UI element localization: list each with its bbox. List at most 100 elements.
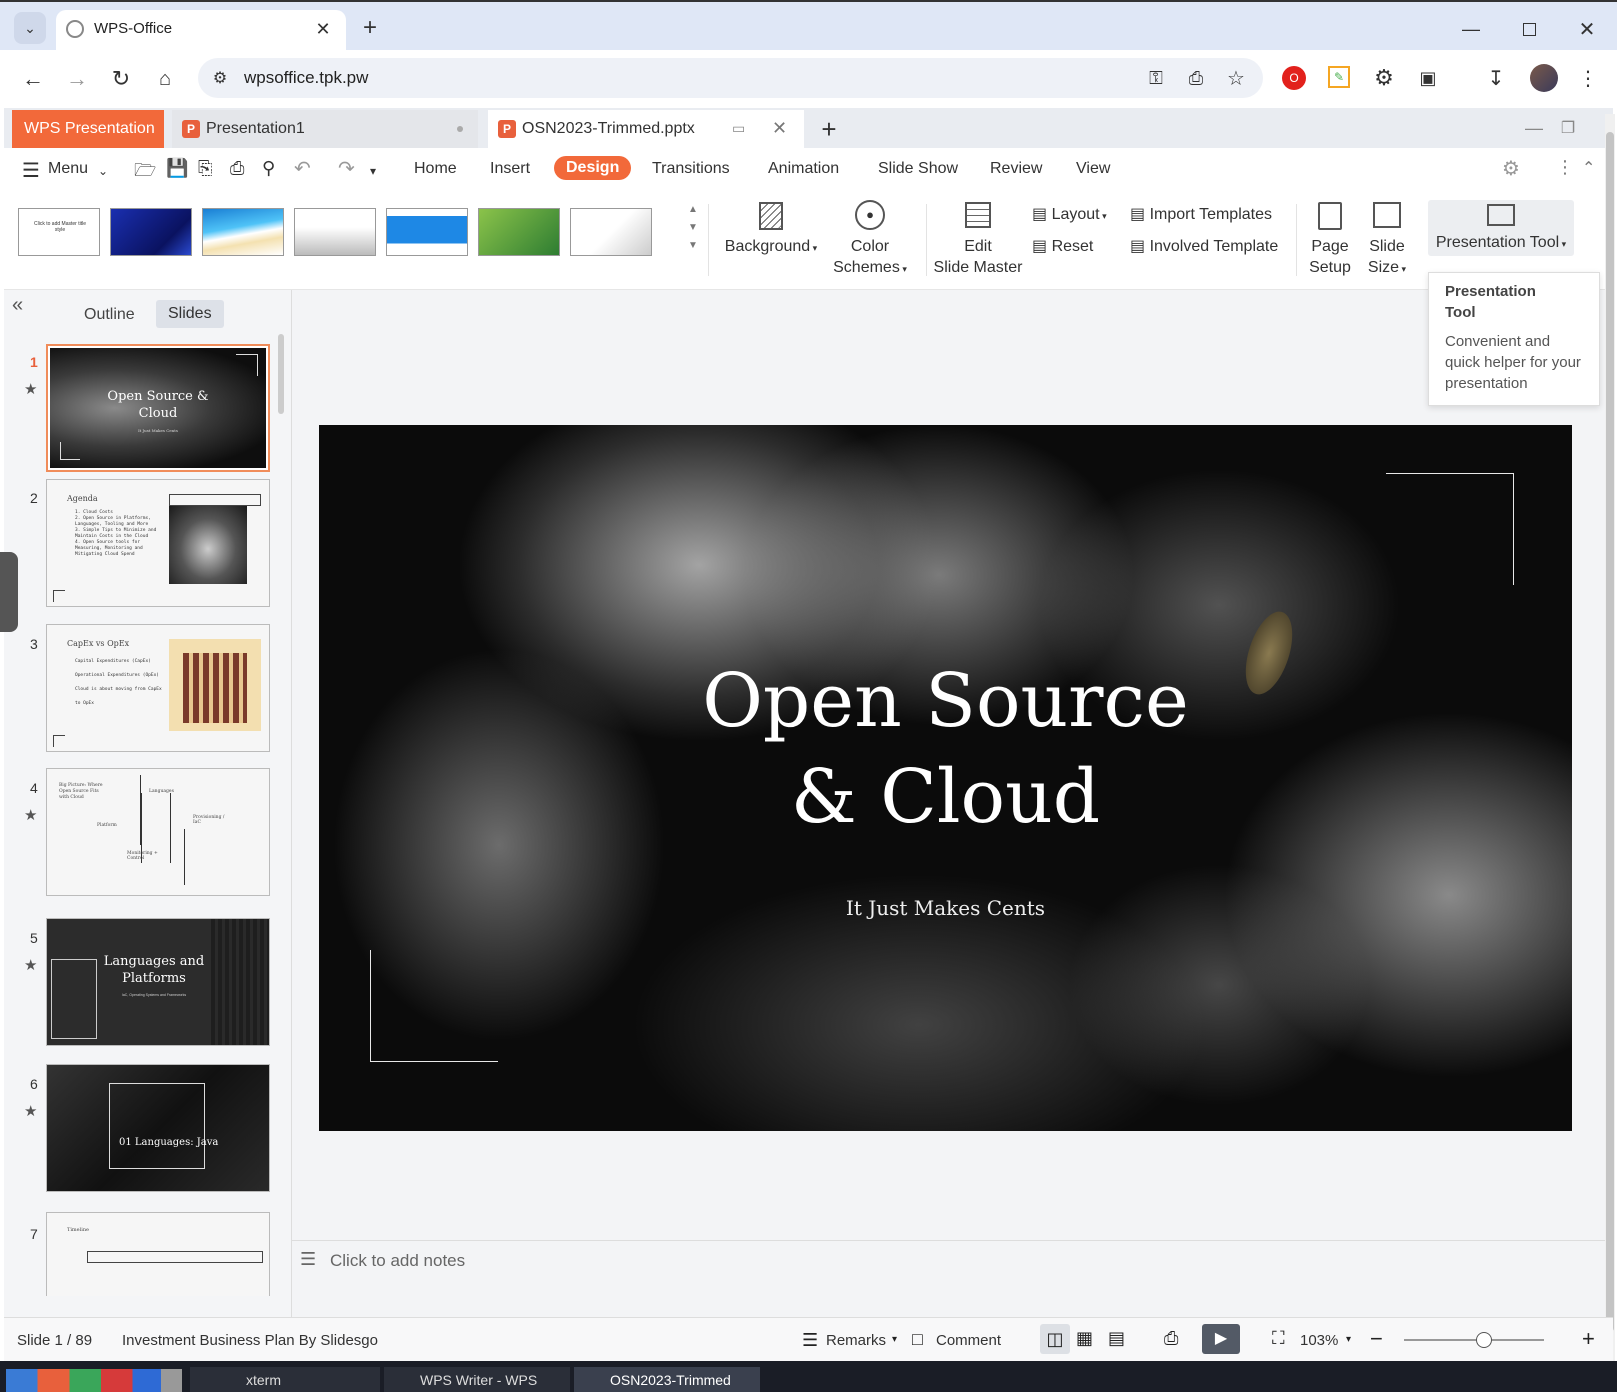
- open-folder-icon[interactable]: 🗁: [134, 158, 156, 188]
- extensions-puzzle-icon[interactable]: ▣: [1416, 66, 1440, 90]
- slide-thumb-3[interactable]: CapEx vs OpEx Capital Expenditures (CapE…: [46, 624, 270, 752]
- avatar[interactable]: [1530, 64, 1558, 92]
- reset-button[interactable]: ▤ Reset: [1032, 236, 1093, 257]
- zoom-slider-knob[interactable]: [1476, 1332, 1492, 1348]
- address-bar[interactable]: ⚙ wpsoffice.tpk.pw ⚿ ⎙ ☆: [198, 58, 1263, 98]
- site-info-icon[interactable]: ⚙: [206, 64, 234, 92]
- slide-sorter-icon[interactable]: ▦: [1076, 1328, 1093, 1349]
- scroll-up-icon[interactable]: ▲: [688, 204, 698, 215]
- browser-tab[interactable]: WPS-Office ✕: [56, 10, 346, 54]
- taskbar-item-osn2023[interactable]: OSN2023-Trimmed: [574, 1367, 760, 1392]
- redo-icon[interactable]: ↷: [338, 156, 355, 181]
- play-slideshow-button[interactable]: ▶: [1202, 1324, 1240, 1354]
- side-handle[interactable]: [0, 552, 18, 632]
- export-pdf-icon[interactable]: ⎘: [198, 158, 212, 179]
- close-window-icon[interactable]: ✕: [1572, 14, 1602, 44]
- expand-gallery-icon[interactable]: ▼: [688, 240, 698, 251]
- outline-tab[interactable]: Outline: [84, 306, 135, 324]
- panel-scrollbar[interactable]: [278, 334, 284, 414]
- chevron-down-icon[interactable]: ▾: [1346, 1334, 1351, 1345]
- settings-icon[interactable]: ⚙: [1502, 156, 1520, 181]
- current-slide[interactable]: Open Source & Cloud It Just Makes Cents: [319, 425, 1572, 1131]
- slide-thumb-2[interactable]: Agenda 1. Cloud Costs 2. Open Source in …: [46, 479, 270, 607]
- home-icon[interactable]: ⌂: [150, 64, 180, 94]
- chevron-down-icon[interactable]: ▾: [892, 1334, 897, 1345]
- maximize-window-icon[interactable]: [1514, 14, 1544, 44]
- bookmark-star-icon[interactable]: ☆: [1222, 64, 1250, 92]
- key-icon[interactable]: ⚿: [1142, 64, 1170, 92]
- taskbar-app-icons[interactable]: [6, 1369, 182, 1392]
- presentation-tool-button[interactable]: Presentation Tool ▾: [1428, 200, 1574, 256]
- taskbar-item-wps-writer[interactable]: WPS Writer - WPS: [384, 1367, 570, 1392]
- master-template-thumb[interactable]: Click to add Master title style: [18, 208, 100, 256]
- collapse-ribbon-icon[interactable]: ⌃: [1582, 158, 1595, 178]
- notes-area[interactable]: ☰ Click to add notes: [292, 1240, 1605, 1317]
- template-thumb-blueband[interactable]: [386, 208, 468, 256]
- normal-view-icon[interactable]: ◫: [1040, 1324, 1070, 1354]
- tab-view[interactable]: View: [1076, 160, 1110, 178]
- slides-tab[interactable]: Slides: [156, 300, 224, 328]
- tab-design[interactable]: Design: [554, 156, 632, 180]
- template-thumb-wave[interactable]: [202, 208, 284, 256]
- print-preview-icon[interactable]: ⚲: [262, 158, 275, 179]
- more-menu-icon[interactable]: ⋮: [1576, 64, 1600, 92]
- customize-toolbar-icon[interactable]: ▾: [370, 164, 376, 178]
- scroll-down-icon[interactable]: ▼: [688, 222, 698, 233]
- save-icon[interactable]: 💾: [166, 158, 188, 179]
- reload-icon[interactable]: ↻: [106, 64, 136, 94]
- more-options-icon[interactable]: ⋮: [1556, 157, 1574, 178]
- theme-name[interactable]: Investment Business Plan By Slidesgo: [122, 1332, 378, 1349]
- print-icon[interactable]: ⎙: [230, 158, 244, 179]
- colorful-extension-icon[interactable]: ✎: [1328, 66, 1350, 88]
- slide-thumb-5[interactable]: Languages and Platforms IaC, Operating S…: [46, 918, 270, 1046]
- presenter-tools-icon[interactable]: ⎙: [1164, 1328, 1178, 1349]
- minimize-window-icon[interactable]: —: [1456, 14, 1486, 44]
- zoom-slider[interactable]: [1404, 1332, 1544, 1348]
- slide-thumb-7[interactable]: Timeline: [46, 1212, 270, 1296]
- taskbar-item-xterm[interactable]: xterm: [190, 1367, 380, 1392]
- color-schemes-button[interactable]: ● Color Schemes ▾: [830, 200, 910, 280]
- gear-extension-icon[interactable]: ⚙: [1372, 65, 1396, 90]
- tab-review[interactable]: Review: [990, 160, 1042, 178]
- layout-button[interactable]: ▤ Layout ▾: [1032, 204, 1107, 227]
- new-tab-icon[interactable]: +: [356, 14, 384, 42]
- doc-tab-presentation1[interactable]: P Presentation1: [172, 110, 478, 148]
- template-thumb-floral[interactable]: [570, 208, 652, 256]
- collapse-panel-icon[interactable]: «: [12, 294, 23, 317]
- minimize-doc-icon[interactable]: —: [1520, 114, 1548, 142]
- back-icon[interactable]: ←: [18, 64, 48, 94]
- undo-icon[interactable]: ↶: [294, 156, 311, 181]
- comment-button[interactable]: Comment: [936, 1332, 1001, 1349]
- slide-title[interactable]: Open Source & Cloud: [319, 653, 1572, 845]
- chevron-down-icon[interactable]: ⌄: [98, 164, 108, 178]
- page-setup-button[interactable]: Page Setup: [1304, 202, 1356, 278]
- background-button[interactable]: Background ▾: [720, 202, 822, 259]
- remarks-button[interactable]: Remarks: [826, 1332, 886, 1349]
- wps-presentation-tab[interactable]: WPS Presentation: [12, 110, 164, 148]
- template-thumb-green[interactable]: [478, 208, 560, 256]
- zoom-in-icon[interactable]: +: [1582, 1326, 1595, 1352]
- hamburger-icon[interactable]: ☰: [22, 158, 40, 183]
- tab-slide-show[interactable]: Slide Show: [878, 160, 958, 178]
- restore-doc-icon[interactable]: ❐: [1554, 114, 1582, 142]
- template-thumb-people[interactable]: [294, 208, 376, 256]
- new-document-icon[interactable]: +: [814, 110, 844, 148]
- edit-slide-master-button[interactable]: Edit Slide Master: [930, 202, 1026, 278]
- slide-thumb-6[interactable]: 01 Languages: Java: [46, 1064, 270, 1192]
- forward-icon[interactable]: →: [62, 64, 92, 94]
- tab-transitions[interactable]: Transitions: [652, 160, 730, 178]
- reading-view-icon[interactable]: ▤: [1108, 1328, 1125, 1349]
- tab-search-icon[interactable]: ⌄: [14, 12, 46, 44]
- import-templates-button[interactable]: ▤ Import Templates: [1130, 204, 1272, 225]
- slide-thumb-1[interactable]: Open Source & Cloud It Just Makes Cents: [46, 344, 270, 472]
- install-app-icon[interactable]: ⎙: [1182, 64, 1210, 92]
- zoom-out-icon[interactable]: −: [1370, 1326, 1383, 1352]
- close-tab-icon[interactable]: ✕: [310, 16, 336, 42]
- editor-scrollbar[interactable]: [1605, 114, 1615, 1361]
- doc-tab-osn2023[interactable]: P OSN2023-Trimmed.pptx ▭ ✕: [488, 110, 804, 148]
- template-thumb-blue[interactable]: [110, 208, 192, 256]
- fit-window-icon[interactable]: ⛶: [1272, 1328, 1285, 1349]
- slide-size-button[interactable]: Slide Size ▾: [1362, 202, 1412, 280]
- tab-home[interactable]: Home: [414, 160, 457, 178]
- window-pin-icon[interactable]: ▭: [732, 120, 745, 137]
